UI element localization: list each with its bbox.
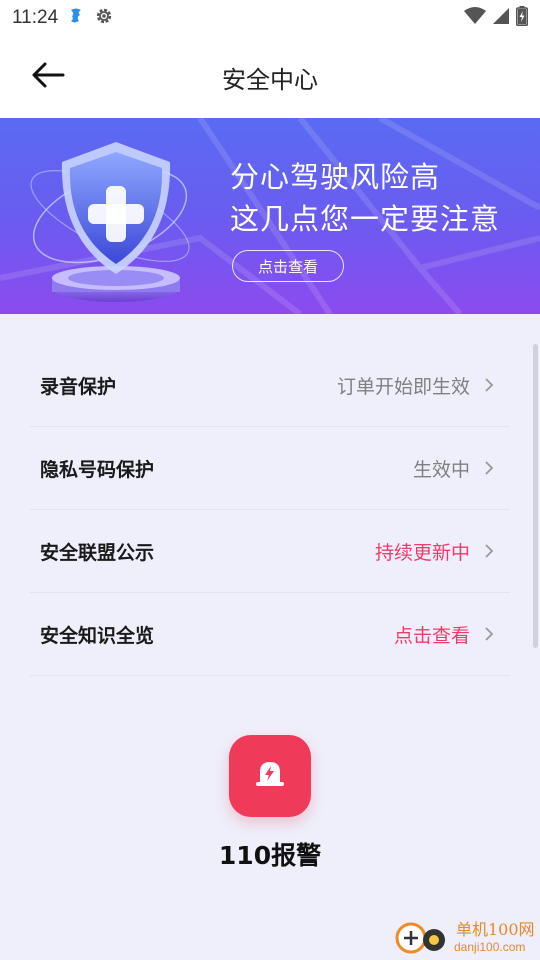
status-bar: 11:24	[0, 0, 540, 36]
list-item-safety-knowledge[interactable]: 安全知识全览 点击查看	[30, 593, 510, 676]
back-button[interactable]	[28, 58, 68, 96]
list-item-label: 安全联盟公示	[40, 541, 155, 564]
safety-options-list: 录音保护 订单开始即生效 隐私号码保护 生效中 安全联盟公示 持续更新中 安全知…	[0, 344, 540, 676]
watermark-logo-icon	[395, 922, 445, 954]
watermark-url: danji100.com	[454, 940, 526, 954]
list-item-value: 点击查看	[393, 624, 470, 647]
list-item-privacy-number[interactable]: 隐私号码保护 生效中	[30, 427, 510, 510]
cellular-signal-icon	[492, 7, 510, 29]
chevron-right-icon	[485, 378, 494, 392]
page-title: 安全中心	[222, 65, 318, 94]
banner-view-button[interactable]: 点击查看	[232, 250, 344, 282]
call-police-button[interactable]	[229, 735, 311, 817]
chevron-right-icon	[485, 544, 494, 558]
scrollbar[interactable]	[533, 344, 538, 648]
chevron-right-icon	[485, 627, 494, 641]
list-item-safety-alliance[interactable]: 安全联盟公示 持续更新中	[30, 510, 510, 593]
list-item-value: 持续更新中	[374, 541, 470, 564]
list-item-recording-protection[interactable]: 录音保护 订单开始即生效	[30, 344, 510, 427]
safety-banner[interactable]: 分心驾驶风险高 这几点您一定要注意 点击查看	[0, 118, 540, 314]
arrow-left-icon	[31, 61, 65, 93]
banner-headline-2: 这几点您一定要注意	[230, 202, 501, 236]
list-item-value: 生效中	[412, 458, 470, 481]
notification-app-icon	[68, 7, 84, 29]
list-item-label: 录音保护	[40, 375, 117, 398]
list-item-label: 隐私号码保护	[40, 458, 155, 481]
list-item-value: 订单开始即生效	[336, 375, 470, 398]
app-header: 安全中心	[0, 36, 540, 118]
site-watermark: 单机100网 danji100.com	[390, 914, 540, 960]
list-item-label: 安全知识全览	[40, 624, 155, 647]
shield-plus-icon	[30, 142, 190, 302]
status-left-icons	[68, 6, 114, 30]
alarm-siren-icon	[252, 756, 288, 796]
call-police-label: 110报警	[218, 841, 322, 870]
wifi-icon	[464, 7, 486, 29]
battery-charging-icon	[516, 6, 528, 30]
settings-gear-icon	[94, 6, 114, 30]
status-right-icons	[464, 6, 528, 30]
banner-headline-1: 分心驾驶风险高	[230, 160, 441, 194]
status-time: 11:24	[12, 7, 59, 28]
chevron-right-icon	[485, 461, 494, 475]
watermark-title: 单机100网	[456, 920, 535, 939]
